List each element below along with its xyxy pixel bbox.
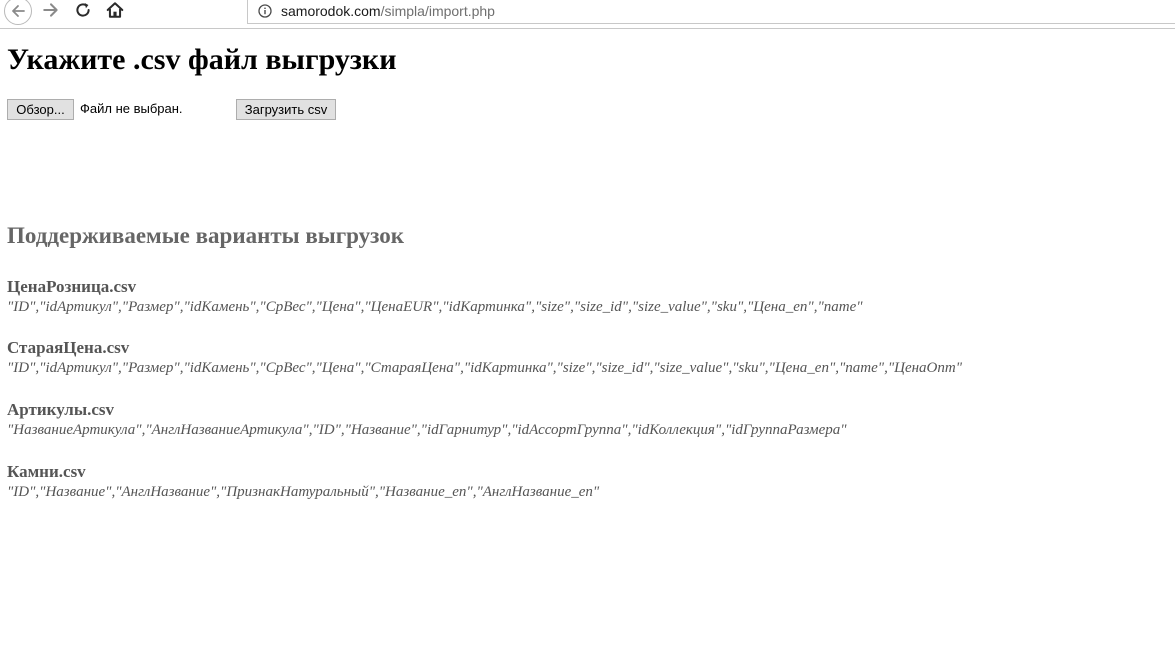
- back-button[interactable]: [4, 0, 32, 25]
- format-item: СтараяЦена.csv "ID","idАртикул","Размер"…: [7, 338, 962, 377]
- format-item: ЦенаРозница.csv "ID","idАртикул","Размер…: [7, 277, 863, 316]
- address-bar[interactable]: samorodok.com/simpla/import.php: [247, 0, 1175, 24]
- forward-arrow-icon: [43, 3, 58, 17]
- home-button[interactable]: [100, 0, 130, 25]
- format-name: СтараяЦена.csv: [7, 338, 130, 357]
- reload-icon: [76, 3, 90, 17]
- page-title: Укажите .csv файл выгрузки: [7, 43, 397, 76]
- format-item: Артикулы.csv "НазваниеАртикула","АнглНаз…: [7, 400, 847, 439]
- format-fields: "НазваниеАртикула","АнглНазваниеАртикула…: [7, 422, 847, 438]
- url-host: samorodok.com: [281, 2, 381, 19]
- back-arrow-icon: [12, 5, 25, 17]
- format-name: ЦенаРозница.csv: [7, 277, 137, 296]
- file-status-label: Файл не выбран.: [80, 101, 183, 116]
- format-name: Камни.csv: [7, 462, 86, 481]
- format-fields: "ID","Название","АнглНазвание","ПризнакН…: [7, 484, 600, 500]
- browse-button[interactable]: Обзор...: [7, 99, 74, 120]
- forward-button[interactable]: [36, 0, 66, 25]
- format-item: Камни.csv "ID","Название","АнглНазвание"…: [7, 462, 599, 501]
- format-fields: "ID","idАртикул","Размер","idКамень","Ср…: [7, 360, 963, 376]
- info-icon[interactable]: [258, 3, 272, 18]
- home-icon: [106, 2, 124, 18]
- upload-csv-button[interactable]: Загрузить csv: [236, 99, 336, 120]
- format-name: Артикулы.csv: [7, 400, 115, 419]
- supported-formats-heading: Поддерживаемые варианты выгрузок: [7, 223, 405, 248]
- url-path: /simpla/import.php: [380, 2, 495, 19]
- format-fields: "ID","idАртикул","Размер","idКамень","Ср…: [7, 299, 863, 315]
- browser-toolbar: samorodok.com/simpla/import.php: [0, 0, 1175, 29]
- reload-button[interactable]: [68, 0, 98, 25]
